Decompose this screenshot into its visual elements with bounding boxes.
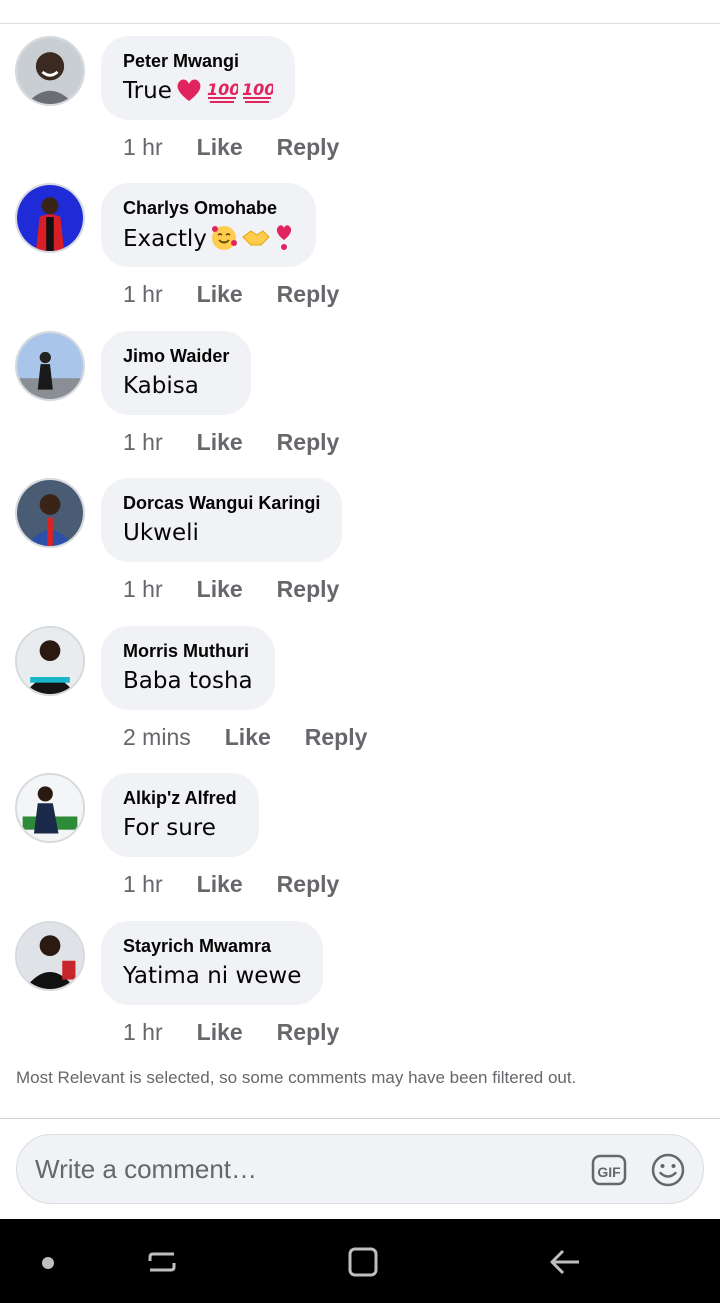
comment-meta: 1 hr Like Reply bbox=[123, 869, 339, 899]
comment-author[interactable]: Peter Mwangi bbox=[123, 50, 273, 72]
reply-button[interactable]: Reply bbox=[277, 576, 340, 603]
comment-item: Peter Mwangi True 100 100 1 hr Like Reply bbox=[0, 36, 720, 166]
hundred-points-icon: 100 bbox=[207, 80, 238, 103]
like-button[interactable]: Like bbox=[197, 576, 243, 603]
comment-bubble[interactable]: Peter Mwangi True 100 100 bbox=[101, 36, 295, 120]
like-button[interactable]: Like bbox=[197, 281, 243, 308]
comment-text: Yatima ni wewe bbox=[123, 963, 302, 989]
comment-author[interactable]: Alkip'z Alfred bbox=[123, 787, 237, 809]
comment-meta: 1 hr Like Reply bbox=[123, 132, 339, 162]
system-nav-bar bbox=[0, 1219, 720, 1303]
comment-time[interactable]: 1 hr bbox=[123, 134, 163, 161]
comment-item: Stayrich Mwamra Yatima ni wewe 1 hr Like… bbox=[0, 921, 720, 1051]
avatar[interactable] bbox=[15, 183, 85, 253]
like-button[interactable]: Like bbox=[197, 871, 243, 898]
comment-time[interactable]: 1 hr bbox=[123, 1019, 163, 1046]
like-button[interactable]: Like bbox=[197, 134, 243, 161]
comment-meta: 1 hr Like Reply bbox=[123, 427, 339, 457]
comment-item: Dorcas Wangui Karingi Ukweli 1 hr Like R… bbox=[0, 478, 720, 608]
like-button[interactable]: Like bbox=[225, 724, 271, 751]
avatar[interactable] bbox=[15, 331, 85, 401]
comment-text: Exactly bbox=[123, 223, 294, 254]
comment-bubble[interactable]: Dorcas Wangui Karingi Ukweli bbox=[101, 478, 343, 562]
smiley-icon[interactable] bbox=[650, 1152, 686, 1188]
comment-author[interactable]: Jimo Waider bbox=[123, 345, 229, 367]
reply-button[interactable]: Reply bbox=[277, 134, 340, 161]
comment-meta: 1 hr Like Reply bbox=[123, 1017, 339, 1047]
comment-author[interactable]: Dorcas Wangui Karingi bbox=[123, 492, 320, 514]
comment-text: Ukweli bbox=[123, 520, 199, 546]
comment-text: True 100 100 bbox=[123, 76, 273, 106]
avatar[interactable] bbox=[15, 773, 85, 843]
comment-author[interactable]: Charlys Omohabe bbox=[123, 197, 294, 219]
svg-text:GIF: GIF bbox=[597, 1164, 621, 1180]
comment-bubble[interactable]: Morris Muthuri Baba tosha bbox=[101, 626, 275, 710]
top-divider bbox=[0, 23, 720, 24]
comment-time[interactable]: 1 hr bbox=[123, 281, 163, 308]
avatar[interactable] bbox=[15, 478, 85, 548]
comment-time[interactable]: 2 mins bbox=[123, 724, 191, 751]
comment-author[interactable]: Stayrich Mwamra bbox=[123, 935, 301, 957]
recent-apps-icon[interactable] bbox=[145, 1245, 179, 1279]
svg-text:100: 100 bbox=[242, 80, 273, 99]
comment-text: For sure bbox=[123, 815, 216, 841]
reply-button[interactable]: Reply bbox=[277, 871, 340, 898]
handshake-icon bbox=[242, 230, 270, 246]
comment-text: Baba tosha bbox=[123, 668, 253, 694]
comment-input[interactable] bbox=[35, 1149, 575, 1189]
smiling-face-with-hearts-icon bbox=[211, 226, 237, 250]
comment-item: Jimo Waider Kabisa 1 hr Like Reply bbox=[0, 331, 720, 461]
svg-text:100: 100 bbox=[207, 80, 238, 99]
avatar[interactable] bbox=[15, 921, 85, 991]
comment-bubble[interactable]: Jimo Waider Kabisa bbox=[101, 331, 252, 415]
heart-icon bbox=[177, 79, 201, 101]
heart-exclamation-icon bbox=[276, 225, 292, 250]
comment-meta: 2 mins Like Reply bbox=[123, 722, 367, 752]
comment-item: Charlys Omohabe Exactly 1 hr Like Reply bbox=[0, 183, 720, 313]
hundred-points-icon: 100 bbox=[242, 80, 273, 103]
like-button[interactable]: Like bbox=[197, 1019, 243, 1046]
comment-meta: 1 hr Like Reply bbox=[123, 574, 339, 604]
comment-time[interactable]: 1 hr bbox=[123, 576, 163, 603]
comment-bubble[interactable]: Charlys Omohabe Exactly bbox=[101, 183, 316, 267]
avatar[interactable] bbox=[15, 36, 85, 106]
comment-bubble[interactable]: Alkip'z Alfred For sure bbox=[101, 773, 259, 857]
comment-time[interactable]: 1 hr bbox=[123, 429, 163, 456]
comment-text: Kabisa bbox=[123, 373, 199, 399]
comment-item: Morris Muthuri Baba tosha 2 mins Like Re… bbox=[0, 626, 720, 756]
comment-item: Alkip'z Alfred For sure 1 hr Like Reply bbox=[0, 773, 720, 903]
like-button[interactable]: Like bbox=[197, 429, 243, 456]
reply-button[interactable]: Reply bbox=[277, 1019, 340, 1046]
avatar[interactable] bbox=[15, 626, 85, 696]
back-icon[interactable] bbox=[548, 1245, 582, 1279]
comment-author[interactable]: Morris Muthuri bbox=[123, 640, 253, 662]
comment-bubble[interactable]: Stayrich Mwamra Yatima ni wewe bbox=[101, 921, 324, 1005]
comment-meta: 1 hr Like Reply bbox=[123, 279, 339, 309]
comment-composer: GIF bbox=[16, 1134, 704, 1204]
home-icon[interactable] bbox=[346, 1245, 380, 1279]
composer-divider bbox=[0, 1118, 720, 1119]
reply-button[interactable]: Reply bbox=[277, 429, 340, 456]
filter-note: Most Relevant is selected, so some comme… bbox=[16, 1068, 577, 1087]
reply-button[interactable]: Reply bbox=[305, 724, 368, 751]
gif-icon[interactable]: GIF bbox=[591, 1152, 627, 1188]
nav-dot-indicator[interactable] bbox=[42, 1257, 54, 1269]
comment-time[interactable]: 1 hr bbox=[123, 871, 163, 898]
reply-button[interactable]: Reply bbox=[277, 281, 340, 308]
